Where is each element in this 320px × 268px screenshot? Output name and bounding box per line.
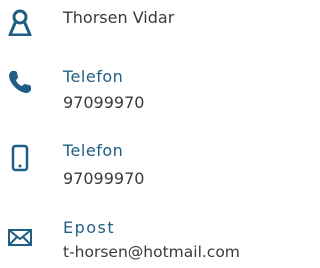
contact-name: Thorsen Vidar <box>63 8 175 27</box>
email-row: Epost t-horsen@hotmail.com <box>0 215 288 268</box>
email-link-label[interactable]: Epost <box>63 218 115 237</box>
person-icon <box>6 8 34 36</box>
phone-icon <box>6 68 34 96</box>
mobile-value[interactable]: 97099970 <box>63 169 144 188</box>
contact-card: Thorsen Vidar Telefon 97099970 Telefon 9… <box>0 0 288 268</box>
phone-value[interactable]: 97099970 <box>63 93 144 112</box>
mobile-phone-icon <box>6 144 34 172</box>
mobile-row: Telefon 97099970 <box>0 136 288 198</box>
phone-row: Telefon 97099970 <box>0 60 288 120</box>
phone-link-label[interactable]: Telefon <box>63 67 123 86</box>
mobile-link-label[interactable]: Telefon <box>63 141 123 160</box>
email-value[interactable]: t-horsen@hotmail.com <box>63 243 240 261</box>
contact-name-row: Thorsen Vidar <box>0 0 288 40</box>
envelope-icon <box>6 223 34 251</box>
